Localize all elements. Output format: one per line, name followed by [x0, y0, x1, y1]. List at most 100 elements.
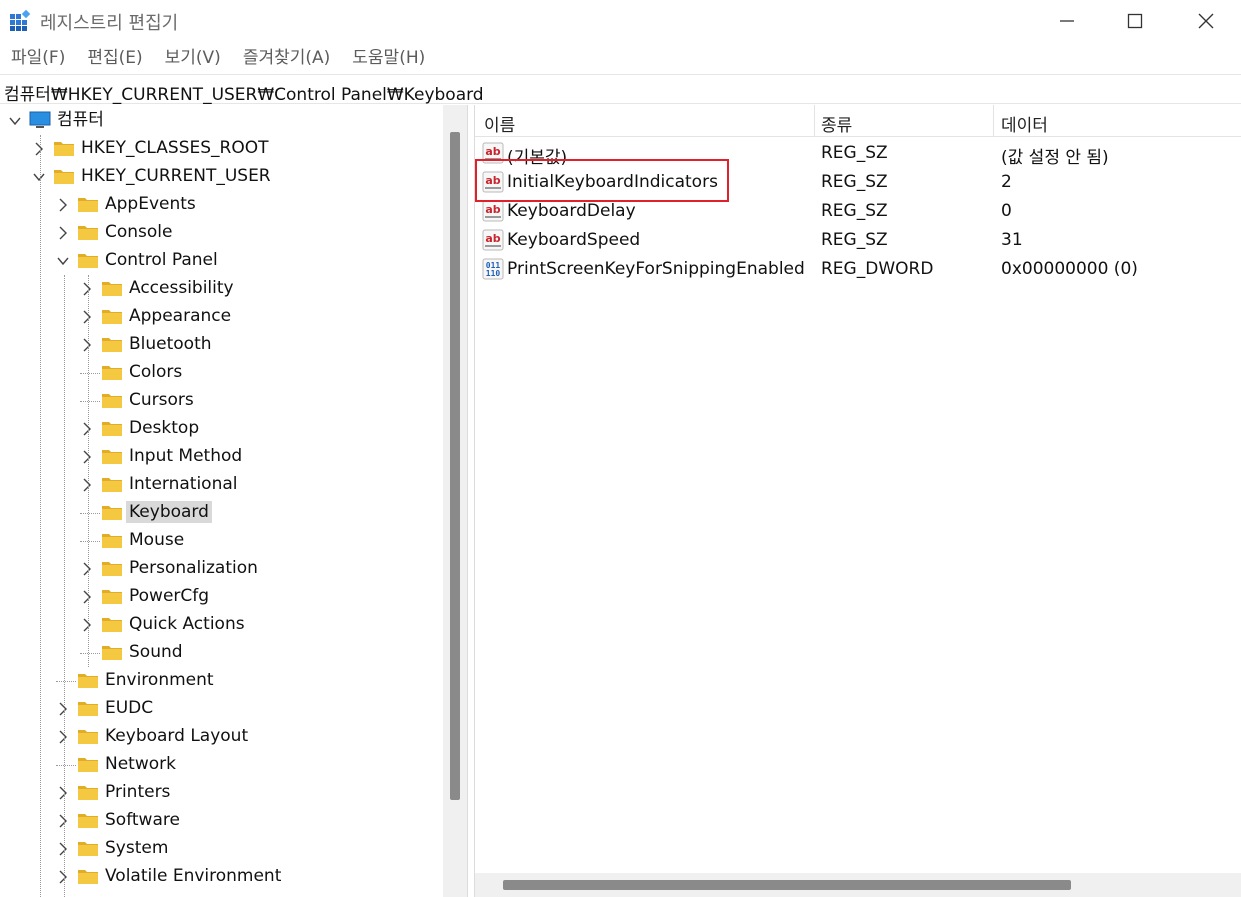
chevron-right-icon[interactable]	[79, 309, 95, 325]
tree-item-label[interactable]: Network	[102, 753, 179, 775]
tree-item-label[interactable]: System	[102, 837, 171, 859]
tree-item-desktop[interactable]: Desktop	[0, 415, 443, 443]
tree-item-environment[interactable]: Environment	[0, 667, 443, 695]
tree-item-label[interactable]: Volatile Environment	[102, 865, 284, 887]
tree-item-appevents[interactable]: AppEvents	[0, 191, 443, 219]
tree-item-label[interactable]: Quick Actions	[126, 613, 248, 635]
tree-item-label[interactable]: PowerCfg	[126, 585, 212, 607]
tree-item-keyboard-layout[interactable]: Keyboard Layout	[0, 723, 443, 751]
tree-item-personalization[interactable]: Personalization	[0, 555, 443, 583]
address-bar[interactable]: 컴퓨터₩HKEY_CURRENT_USER₩Control Panel₩Keyb…	[0, 74, 1241, 105]
chevron-right-icon[interactable]	[55, 225, 71, 241]
tree-item-label[interactable]: Console	[102, 221, 176, 243]
chevron-right-icon[interactable]	[79, 337, 95, 353]
tree-item-system[interactable]: System	[0, 835, 443, 863]
chevron-right-icon[interactable]	[79, 477, 95, 493]
maximize-button[interactable]	[1101, 0, 1169, 42]
tree-item-label[interactable]: Appearance	[126, 305, 234, 327]
chevron-right-icon[interactable]	[79, 617, 95, 633]
chevron-right-icon[interactable]	[79, 449, 95, 465]
tree-item-label[interactable]: Software	[102, 809, 183, 831]
tree-item-powercfg[interactable]: PowerCfg	[0, 583, 443, 611]
chevron-right-icon[interactable]	[79, 561, 95, 577]
tree-item-quick-actions[interactable]: Quick Actions	[0, 611, 443, 639]
tree-item-label[interactable]: Environment	[102, 669, 217, 691]
tree-item-label[interactable]: 컴퓨터	[54, 109, 107, 131]
tree-item-label[interactable]: Personalization	[126, 557, 261, 579]
tree-item-eudc[interactable]: EUDC	[0, 695, 443, 723]
folder-icon	[101, 279, 123, 297]
tree-item-computer[interactable]: 컴퓨터	[0, 107, 443, 135]
tree-item-console[interactable]: Console	[0, 219, 443, 247]
tree-item-cursors[interactable]: Cursors	[0, 387, 443, 415]
tree-item-bluetooth[interactable]: Bluetooth	[0, 331, 443, 359]
value-name[interactable]: PrintScreenKeyForSnippingEnabled	[507, 259, 805, 279]
tree-item-volatile-environment[interactable]: Volatile Environment	[0, 863, 443, 891]
address-path[interactable]: 컴퓨터₩HKEY_CURRENT_USER₩Control Panel₩Keyb…	[4, 80, 484, 105]
pane-splitter[interactable]	[467, 105, 475, 897]
tree-item-appearance[interactable]: Appearance	[0, 303, 443, 331]
value-name[interactable]: KeyboardDelay	[507, 201, 636, 221]
chevron-right-icon[interactable]	[79, 589, 95, 605]
list-row-keyboardspeed[interactable]: ab KeyboardSpeed REG_SZ 31	[475, 226, 1241, 255]
menu-file[interactable]: 파일(F)	[0, 44, 76, 72]
tree-item-colors[interactable]: Colors	[0, 359, 443, 387]
minimize-button[interactable]	[1033, 0, 1101, 42]
column-name[interactable]: 이름	[484, 111, 515, 136]
tree-item-software[interactable]: Software	[0, 807, 443, 835]
tree-item-mouse[interactable]: Mouse	[0, 527, 443, 555]
tree-item-label[interactable]: Input Method	[126, 445, 245, 467]
tree-item-label[interactable]: Sound	[126, 641, 186, 663]
tree-item-printers[interactable]: Printers	[0, 779, 443, 807]
chevron-right-icon[interactable]	[55, 785, 71, 801]
folder-icon	[101, 335, 123, 353]
chevron-right-icon[interactable]	[55, 841, 71, 857]
chevron-right-icon[interactable]	[55, 869, 71, 885]
tree-item-network[interactable]: Network	[0, 751, 443, 779]
tree-item-label[interactable]: Keyboard	[126, 501, 212, 523]
tree-item-hkey-current-user[interactable]: HKEY_CURRENT_USER	[0, 163, 443, 191]
menu-help[interactable]: 도움말(H)	[341, 44, 436, 72]
tree-item-label[interactable]: HKEY_CURRENT_USER	[78, 165, 274, 187]
tree-item-label[interactable]: Accessibility	[126, 277, 237, 299]
tree-item-label[interactable]: AppEvents	[102, 193, 199, 215]
tree-item-label[interactable]: EUDC	[102, 697, 156, 719]
chevron-right-icon[interactable]	[55, 729, 71, 745]
menu-favorites[interactable]: 즐겨찾기(A)	[232, 44, 341, 72]
tree-item-keyboard[interactable]: Keyboard	[0, 499, 443, 527]
value-name[interactable]: KeyboardSpeed	[507, 230, 640, 250]
tree-item-hkey-classes-root[interactable]: HKEY_CLASSES_ROOT	[0, 135, 443, 163]
tree-item-control-panel[interactable]: Control Panel	[0, 247, 443, 275]
menu-edit[interactable]: 편집(E)	[76, 44, 153, 72]
tree-item-label[interactable]: Printers	[102, 781, 173, 803]
chevron-right-icon[interactable]	[55, 813, 71, 829]
tree-item-accessibility[interactable]: Accessibility	[0, 275, 443, 303]
chevron-down-icon[interactable]	[7, 113, 23, 129]
tree-item-label[interactable]: Colors	[126, 361, 185, 383]
chevron-down-icon[interactable]	[55, 253, 71, 269]
chevron-right-icon[interactable]	[31, 141, 47, 157]
tree-item-label[interactable]: Cursors	[126, 389, 197, 411]
column-type[interactable]: 종류	[821, 111, 852, 136]
tree-item-input-method[interactable]: Input Method	[0, 443, 443, 471]
chevron-down-icon[interactable]	[31, 169, 47, 185]
chevron-right-icon[interactable]	[79, 421, 95, 437]
close-button[interactable]	[1172, 0, 1240, 42]
tree-scrollbar-thumb[interactable]	[450, 132, 460, 800]
chevron-right-icon[interactable]	[79, 281, 95, 297]
tree-item-label[interactable]: Desktop	[126, 417, 202, 439]
tree-item-label[interactable]: Mouse	[126, 529, 187, 551]
tree-item-label[interactable]: HKEY_CLASSES_ROOT	[78, 137, 272, 159]
tree-item-label[interactable]: Bluetooth	[126, 333, 215, 355]
list-row-printscreenkeyforsnippingenabled[interactable]: 011 110 PrintScreenKeyForSnippingEnabled RE…	[475, 255, 1241, 284]
tree-item-label[interactable]: Control Panel	[102, 249, 221, 271]
tree-item-international[interactable]: International	[0, 471, 443, 499]
list-hscrollbar-thumb[interactable]	[503, 880, 1071, 890]
menu-view[interactable]: 보기(V)	[154, 44, 232, 72]
tree-item-label[interactable]: Keyboard Layout	[102, 725, 251, 747]
chevron-right-icon[interactable]	[55, 701, 71, 717]
column-data[interactable]: 데이터	[1001, 111, 1048, 136]
tree-item-sound[interactable]: Sound	[0, 639, 443, 667]
chevron-right-icon[interactable]	[55, 197, 71, 213]
tree-item-label[interactable]: International	[126, 473, 241, 495]
